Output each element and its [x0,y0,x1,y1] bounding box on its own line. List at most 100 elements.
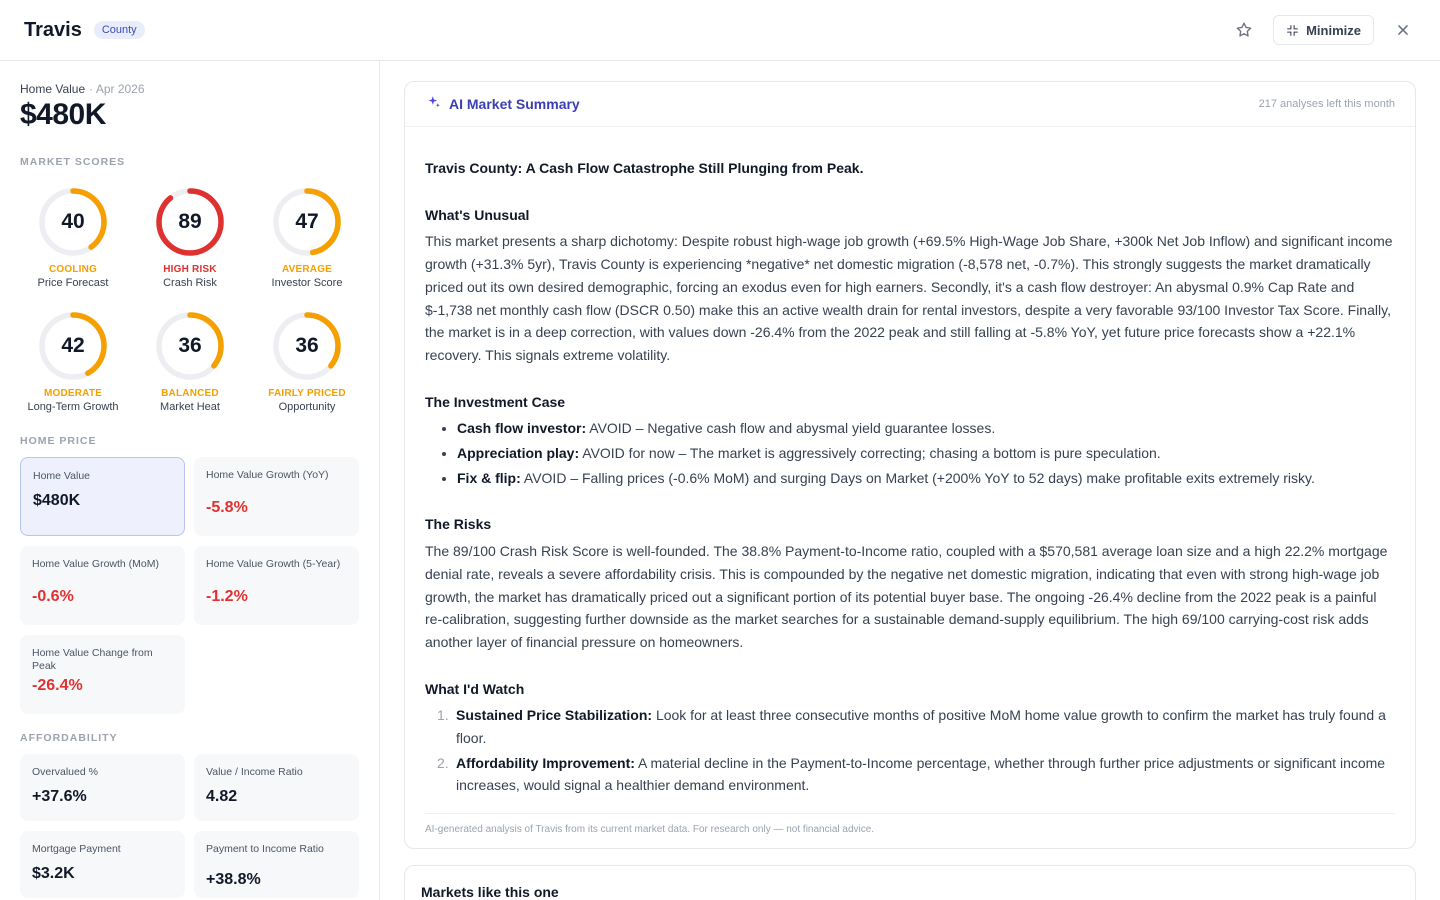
home-value-date: · Apr 2026 [89,82,145,96]
metric-card-home-value[interactable]: Home Value $480K [20,457,185,536]
investment-case-heading: The Investment Case [425,393,566,410]
score-name: Long-Term Growth [27,401,119,413]
list-item: Cash flow investor: AVOID – Negative cas… [457,417,1395,440]
affordability-title: Affordability [20,732,118,744]
main-content: AI Market Summary 217 analyses left this… [380,61,1440,900]
risks-text: The 89/100 Crash Risk Score is well-foun… [425,543,1388,650]
list-item: 2. Affordability Improvement: A material … [437,752,1395,797]
case-label: Cash flow investor: [457,420,587,437]
score-status: AVERAGE [281,264,333,275]
star-icon[interactable] [1231,17,1257,43]
metric-value: -26.4% [32,677,83,694]
gauge-ring: 40 [37,186,109,258]
ai-summary-title: AI Market Summary [449,96,580,112]
ai-summary-panel: AI Market Summary 217 analyses left this… [404,81,1416,849]
home-price-title: Home Price [20,435,97,447]
metric-label: Mortgage Payment [32,843,121,855]
home-value-header: Home Value · Apr 2026 [20,82,359,96]
score-value: 89 [178,210,202,233]
metric-card-mortgage-payment[interactable]: Mortgage Payment $3.2K [20,831,185,898]
score-gauge-long-term-growth[interactable]: 42 MODERATE Long-Term Growth [20,310,126,434]
minimize-button[interactable]: Minimize [1273,15,1374,45]
risks-heading: The Risks [425,516,492,533]
score-value: 36 [295,334,319,357]
gauge-ring: 36 [271,310,343,382]
minimize-label: Minimize [1306,22,1361,38]
metric-label: Home Value Growth (5-Year) [206,558,341,570]
score-value: 40 [61,210,85,233]
gauge-ring: 42 [37,310,109,382]
ai-summary-header: AI Market Summary 217 analyses left this… [405,82,1415,127]
score-name: Opportunity [278,401,336,413]
case-text: AVOID – Negative cash flow and abysmal y… [589,420,996,437]
score-status: COOLING [48,264,98,275]
close-icon[interactable] [1390,17,1416,43]
metric-card-home-value-growth-mom[interactable]: Home Value Growth (MoM) -0.6% [20,546,185,625]
metric-label: Payment to Income Ratio [206,843,324,855]
score-value: 42 [61,334,85,357]
watch-heading: What I'd Watch [425,680,525,697]
metric-card-value-income-ratio[interactable]: Value / Income Ratio 4.82 [194,754,359,821]
metric-value: $3.2K [32,865,75,882]
home-value-amount: $480K [20,98,106,131]
market-title: Travis [24,18,82,41]
list-number: 1. [437,707,449,724]
score-name: Investor Score [271,277,343,289]
ai-summary-body: Travis County: A Cash Flow Catastrophe S… [405,127,1415,797]
score-status: BALANCED [161,388,219,399]
sparkle-icon [427,95,441,114]
list-item: 1. Sustained Price Stabilization: Look fo… [437,704,1395,749]
watch-label: Sustained Price Stabilization: [456,707,653,724]
market-type-badge: County [93,21,145,39]
metric-card-home-value-growth-5yr[interactable]: Home Value Growth (5-Year) -1.2% [194,546,359,625]
affordability-cards: Overvalued % +37.6% Value / Income Ratio… [20,754,359,898]
header-actions: Minimize [1231,15,1416,45]
list-item: Appreciation play: AVOID for now – The m… [457,442,1395,465]
metric-card-payment-to-income[interactable]: Payment to Income Ratio +38.8% [194,831,359,898]
metric-value: $480K [33,492,81,509]
metric-card-home-value-growth-yoy[interactable]: Home Value Growth (YoY) -5.8% [194,457,359,536]
score-status: MODERATE [43,388,103,399]
metric-label: Home Value Growth (YoY) [206,469,329,481]
watch-label: Affordability Improvement: [456,754,635,771]
home-value-label: Home Value [20,82,86,96]
score-status: FAIRLY PRICED [268,388,346,399]
minimize-icon [1287,24,1299,36]
score-name: Price Forecast [37,277,109,289]
metric-value: -0.6% [32,588,74,605]
gauge-ring: 47 [271,186,343,258]
metric-label: Home Value Change from Peak [32,647,153,672]
similar-markets-panel: Markets like this one [404,865,1416,900]
score-value: 36 [178,334,202,357]
metric-label: Home Value Growth (MoM) [32,558,160,570]
case-text: AVOID – Falling prices (-0.6% MoM) and s… [523,469,1315,486]
list-item: Fix & flip: AVOID – Falling prices (-0.6… [457,467,1395,490]
score-gauge-price-forecast[interactable]: 40 COOLING Price Forecast [20,186,126,310]
metric-value: 4.82 [206,788,238,805]
case-text: AVOID for now – The market is aggressive… [582,445,1161,462]
watch-list: 1. Sustained Price Stabilization: Look fo… [437,704,1395,797]
metric-label: Overvalued % [32,766,98,778]
home-price-cards: Home Value $480K Home Value Growth (YoY)… [20,457,359,714]
case-label: Appreciation play: [457,445,580,462]
analyses-left: 217 analyses left this month [1258,98,1395,110]
metric-value: +37.6% [32,788,87,805]
score-gauge-crash-risk[interactable]: 89 HIGH RISK Crash Risk [137,186,243,310]
score-gauge-investor-score[interactable]: 47 AVERAGE Investor Score [254,186,360,310]
score-gauge-opportunity[interactable]: 36 FAIRLY PRICED Opportunity [254,310,360,434]
score-status: HIGH RISK [163,264,217,275]
investment-case-list: Cash flow investor: AVOID – Negative cas… [457,417,1395,489]
market-scores-title: Market Scores [20,156,126,168]
unusual-text: This market presents a sharp dichotomy: … [425,233,1393,363]
score-gauge-market-heat[interactable]: 36 BALANCED Market Heat [137,310,243,434]
unusual-heading: What's Unusual [425,206,530,223]
summary-headline: Travis County: A Cash Flow Catastrophe S… [425,160,864,176]
metric-card-change-from-peak[interactable]: Home Value Change from Peak -26.4% [20,635,185,714]
top-bar: Travis County Minimize [0,0,1440,61]
score-name: Crash Risk [163,277,217,289]
list-number: 2. [437,754,449,771]
metric-card-overvalued[interactable]: Overvalued % +37.6% [20,754,185,821]
score-value: 47 [295,210,319,233]
market-scores-grid: 40 COOLING Price Forecast 89 HIGH RISK Crash … [20,186,359,434]
metric-value: +38.8% [206,871,261,888]
